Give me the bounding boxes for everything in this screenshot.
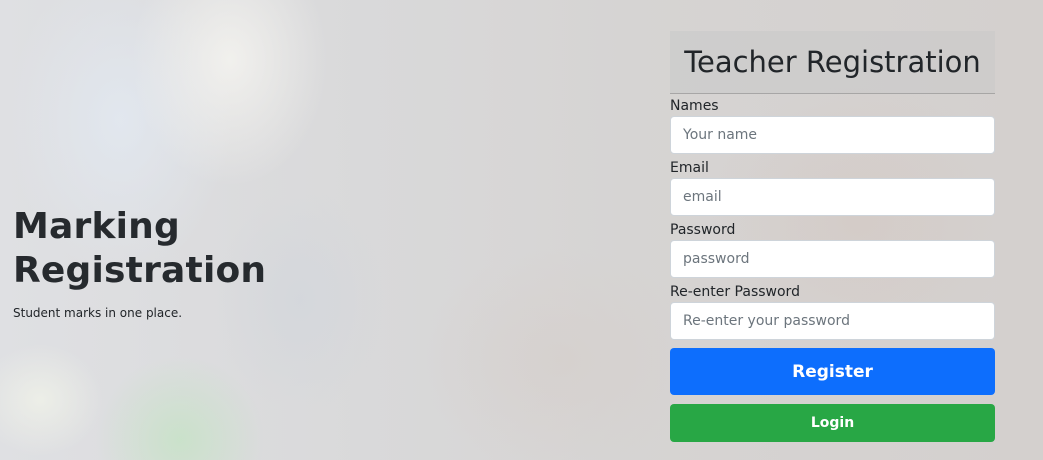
hero-section: Marking Registration Student marks in on…: [13, 205, 433, 321]
password-label: Password: [670, 222, 736, 238]
teacher-registration-form: Teacher Registration Names Email Passwor…: [670, 31, 995, 442]
password-input[interactable]: [670, 240, 995, 278]
names-label: Names: [670, 98, 719, 114]
page-title: Marking Registration: [13, 206, 267, 291]
email-input[interactable]: [670, 178, 995, 216]
login-button[interactable]: Login: [670, 404, 995, 442]
form-header: Teacher Registration: [670, 31, 995, 94]
page-subtitle: Student marks in one place.: [13, 306, 183, 320]
form-title: Teacher Registration: [684, 45, 981, 79]
reenter-password-label: Re-enter Password: [670, 284, 800, 300]
names-input[interactable]: [670, 116, 995, 154]
register-button[interactable]: Register: [670, 348, 995, 395]
email-label: Email: [670, 160, 709, 176]
reenter-password-input[interactable]: [670, 302, 995, 340]
